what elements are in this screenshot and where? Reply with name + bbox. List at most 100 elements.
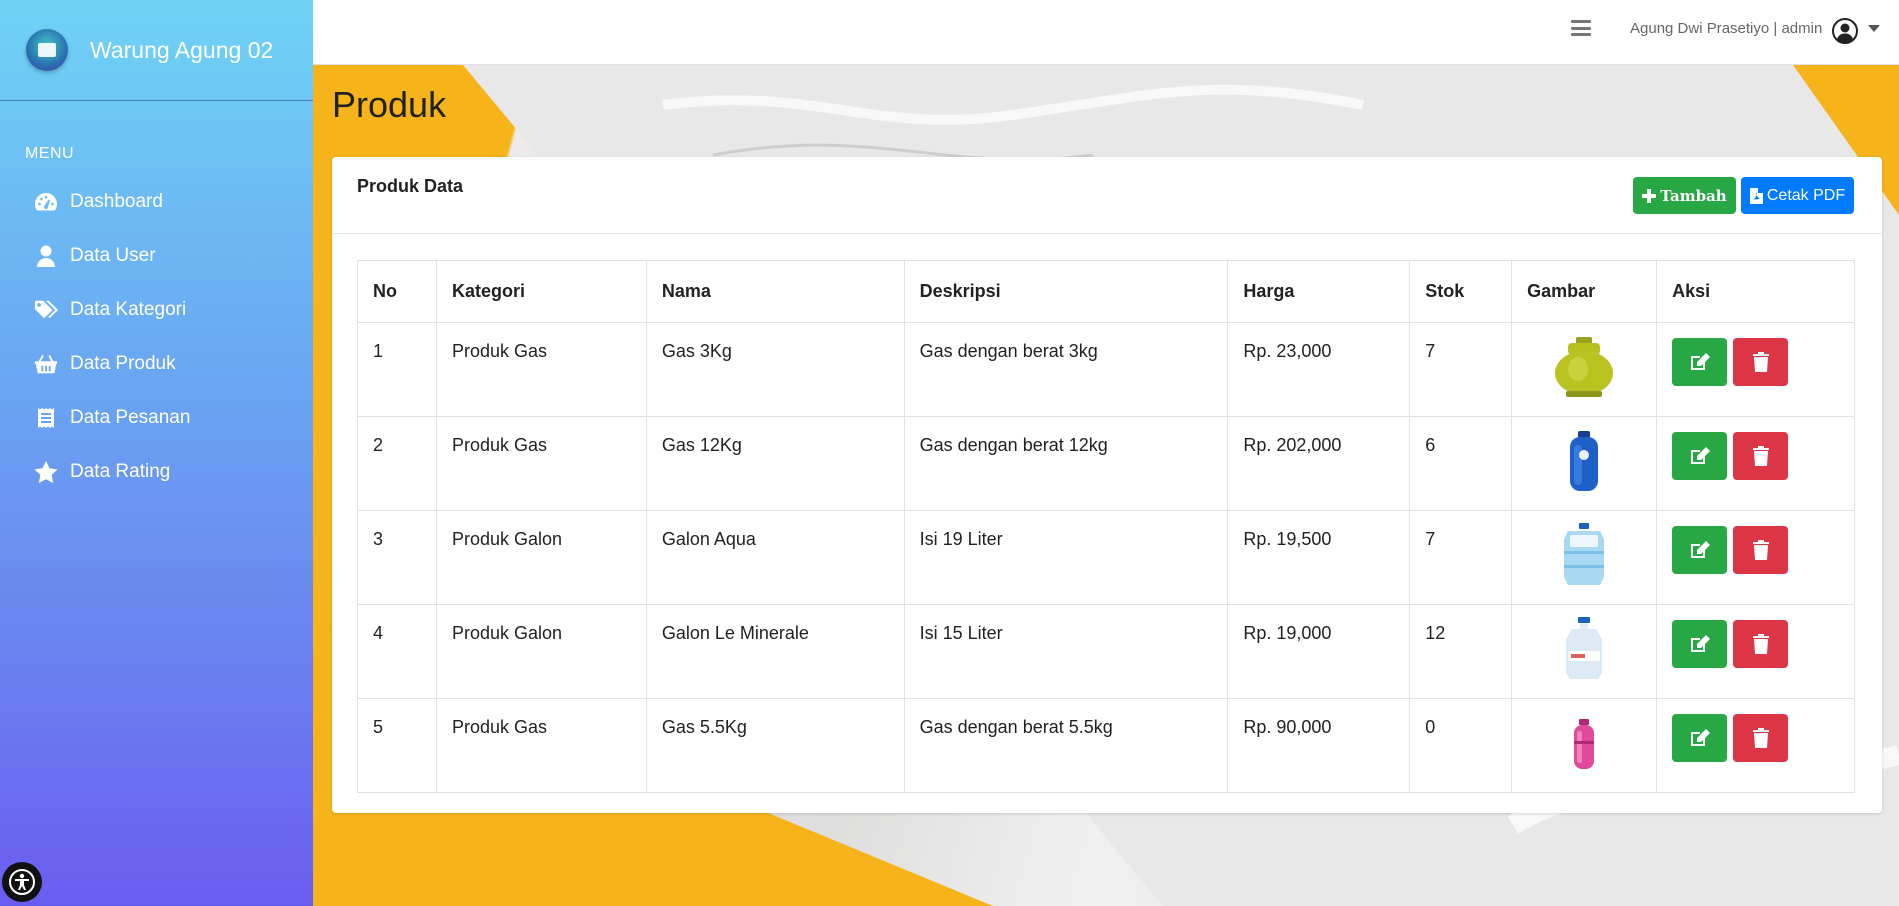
cell-stok: 7: [1409, 510, 1513, 605]
card-header: Produk Data Tambah Cetak PDF: [332, 157, 1882, 234]
column-header-gambar[interactable]: Gambar: [1511, 260, 1658, 323]
cell-harga: Rp. 23,000: [1227, 322, 1411, 417]
sidebar-item-label: Dashboard: [70, 191, 163, 212]
cell-harga: Rp. 90,000: [1227, 698, 1411, 793]
sidebar-item-label: Data Kategori: [70, 299, 187, 320]
add-button[interactable]: Tambah: [1633, 177, 1736, 214]
delete-button[interactable]: [1733, 526, 1789, 574]
delete-button[interactable]: [1733, 432, 1789, 480]
cell-harga: Rp. 19,500: [1227, 510, 1411, 605]
cell-stok: 0: [1409, 698, 1513, 793]
cell-gambar: [1511, 322, 1658, 417]
edit-button[interactable]: [1672, 338, 1728, 386]
topbar: Agung Dwi Prasetiyo | admin: [313, 0, 1899, 65]
sidebar-item-label: Data Pesanan: [70, 407, 191, 428]
cell-kategori: Produk Gas: [435, 322, 647, 417]
delete-button[interactable]: [1733, 714, 1789, 762]
sidebar: Warung Agung 02 MENU Dashboard Data User…: [0, 0, 313, 906]
delete-button[interactable]: [1733, 620, 1789, 668]
cell-harga: Rp. 19,000: [1227, 604, 1411, 699]
cell-stok: 12: [1409, 604, 1513, 699]
cell-deskripsi: Gas dengan berat 5.5kg: [903, 698, 1229, 793]
cell-deskripsi: Gas dengan berat 12kg: [903, 416, 1229, 511]
tachometer-icon: [34, 190, 58, 214]
edit-icon: [1690, 541, 1710, 558]
lpg-5.5kg-cylinder-image: [1574, 719, 1595, 769]
star-icon: [34, 460, 58, 484]
cell-deskripsi: Gas dengan berat 3kg: [903, 322, 1229, 417]
edit-icon: [1690, 635, 1710, 652]
column-header-harga[interactable]: Harga: [1227, 260, 1411, 323]
cell-gambar: [1511, 698, 1658, 793]
card-title: Produk Data: [357, 176, 464, 196]
lpg-3kg-cylinder-image: [1555, 337, 1614, 397]
cell-deskripsi: Isi 19 Liter: [903, 510, 1229, 605]
user-info[interactable]: Agung Dwi Prasetiyo | admin: [1630, 20, 1822, 37]
delete-button[interactable]: [1733, 338, 1789, 386]
page-title: Produk: [332, 84, 447, 125]
accessibility-icon[interactable]: [2, 862, 42, 902]
user-avatar-icon[interactable]: [1832, 18, 1858, 44]
column-header-aksi[interactable]: Aksi: [1656, 260, 1855, 323]
table-row: 5 Produk Gas Gas 5.5Kg Gas dengan berat …: [357, 698, 1855, 793]
edit-button[interactable]: [1672, 620, 1728, 668]
edit-icon: [1690, 447, 1710, 464]
table-header-row: No Kategori Nama Deskripsi Harga Stok Ga…: [357, 260, 1855, 323]
cell-aksi: [1656, 416, 1855, 511]
user-icon: [34, 244, 58, 268]
cell-stok: 6: [1409, 416, 1513, 511]
edit-button[interactable]: [1672, 526, 1728, 574]
hamburger-menu-icon[interactable]: [1571, 20, 1591, 36]
trash-icon: [1752, 352, 1769, 372]
cell-gambar: [1511, 604, 1658, 699]
le-minerale-gallon-image: [1566, 617, 1603, 679]
print-pdf-label: Cetak PDF: [1766, 186, 1846, 204]
cell-aksi: [1656, 322, 1855, 417]
cell-no: 5: [357, 698, 437, 793]
menu-header: MENU: [25, 145, 75, 162]
edit-icon: [1690, 729, 1710, 746]
column-header-stok[interactable]: Stok: [1409, 260, 1513, 323]
sidebar-item-data-user[interactable]: Data User: [0, 229, 313, 283]
trash-icon: [1752, 728, 1769, 748]
chevron-down-icon[interactable]: [1868, 25, 1880, 32]
sidebar-item-data-pesanan[interactable]: Data Pesanan: [0, 391, 313, 445]
file-pdf-icon: [1749, 187, 1763, 204]
cell-no: 1: [357, 322, 437, 417]
cell-no: 3: [357, 510, 437, 605]
receipt-icon: [34, 406, 58, 430]
cell-kategori: Produk Gas: [435, 698, 647, 793]
print-pdf-button[interactable]: Cetak PDF: [1741, 177, 1854, 214]
edit-button[interactable]: [1672, 432, 1728, 480]
column-header-deskripsi[interactable]: Deskripsi: [903, 260, 1229, 323]
edit-button[interactable]: [1672, 714, 1728, 762]
cell-aksi: [1656, 604, 1855, 699]
trash-icon: [1752, 634, 1769, 654]
lpg-12kg-cylinder-image: [1570, 431, 1599, 491]
sidebar-item-label: Data User: [70, 245, 156, 266]
column-header-nama[interactable]: Nama: [645, 260, 905, 323]
cell-stok: 7: [1409, 322, 1513, 417]
sidebar-item-label: Data Rating: [70, 461, 171, 482]
product-card: Produk Data Tambah Cetak PDF No Kategori…: [332, 157, 1882, 813]
sidebar-item-data-rating[interactable]: Data Rating: [0, 445, 313, 499]
trash-icon: [1752, 446, 1769, 466]
sidebar-item-data-produk[interactable]: Data Produk: [0, 337, 313, 391]
cell-nama: Gas 3Kg: [645, 322, 905, 417]
column-header-kategori[interactable]: Kategori: [435, 260, 647, 323]
plus-icon: [1642, 188, 1657, 203]
trash-icon: [1752, 540, 1769, 560]
sidebar-item-dashboard[interactable]: Dashboard: [0, 175, 313, 229]
product-table: No Kategori Nama Deskripsi Harga Stok Ga…: [357, 260, 1855, 793]
sidebar-item-label: Data Produk: [70, 353, 176, 374]
cell-nama: Galon Le Minerale: [645, 604, 905, 699]
cell-nama: Galon Aqua: [645, 510, 905, 605]
table-row: 2 Produk Gas Gas 12Kg Gas dengan berat 1…: [357, 416, 1855, 511]
column-header-no[interactable]: No: [357, 260, 437, 323]
table-row: 3 Produk Galon Galon Aqua Isi 19 Liter R…: [357, 510, 1855, 605]
cell-aksi: [1656, 510, 1855, 605]
cell-gambar: [1511, 416, 1658, 511]
cell-nama: Gas 5.5Kg: [645, 698, 905, 793]
sidebar-item-data-kategori[interactable]: Data Kategori: [0, 283, 313, 337]
brand[interactable]: Warung Agung 02: [0, 0, 313, 101]
